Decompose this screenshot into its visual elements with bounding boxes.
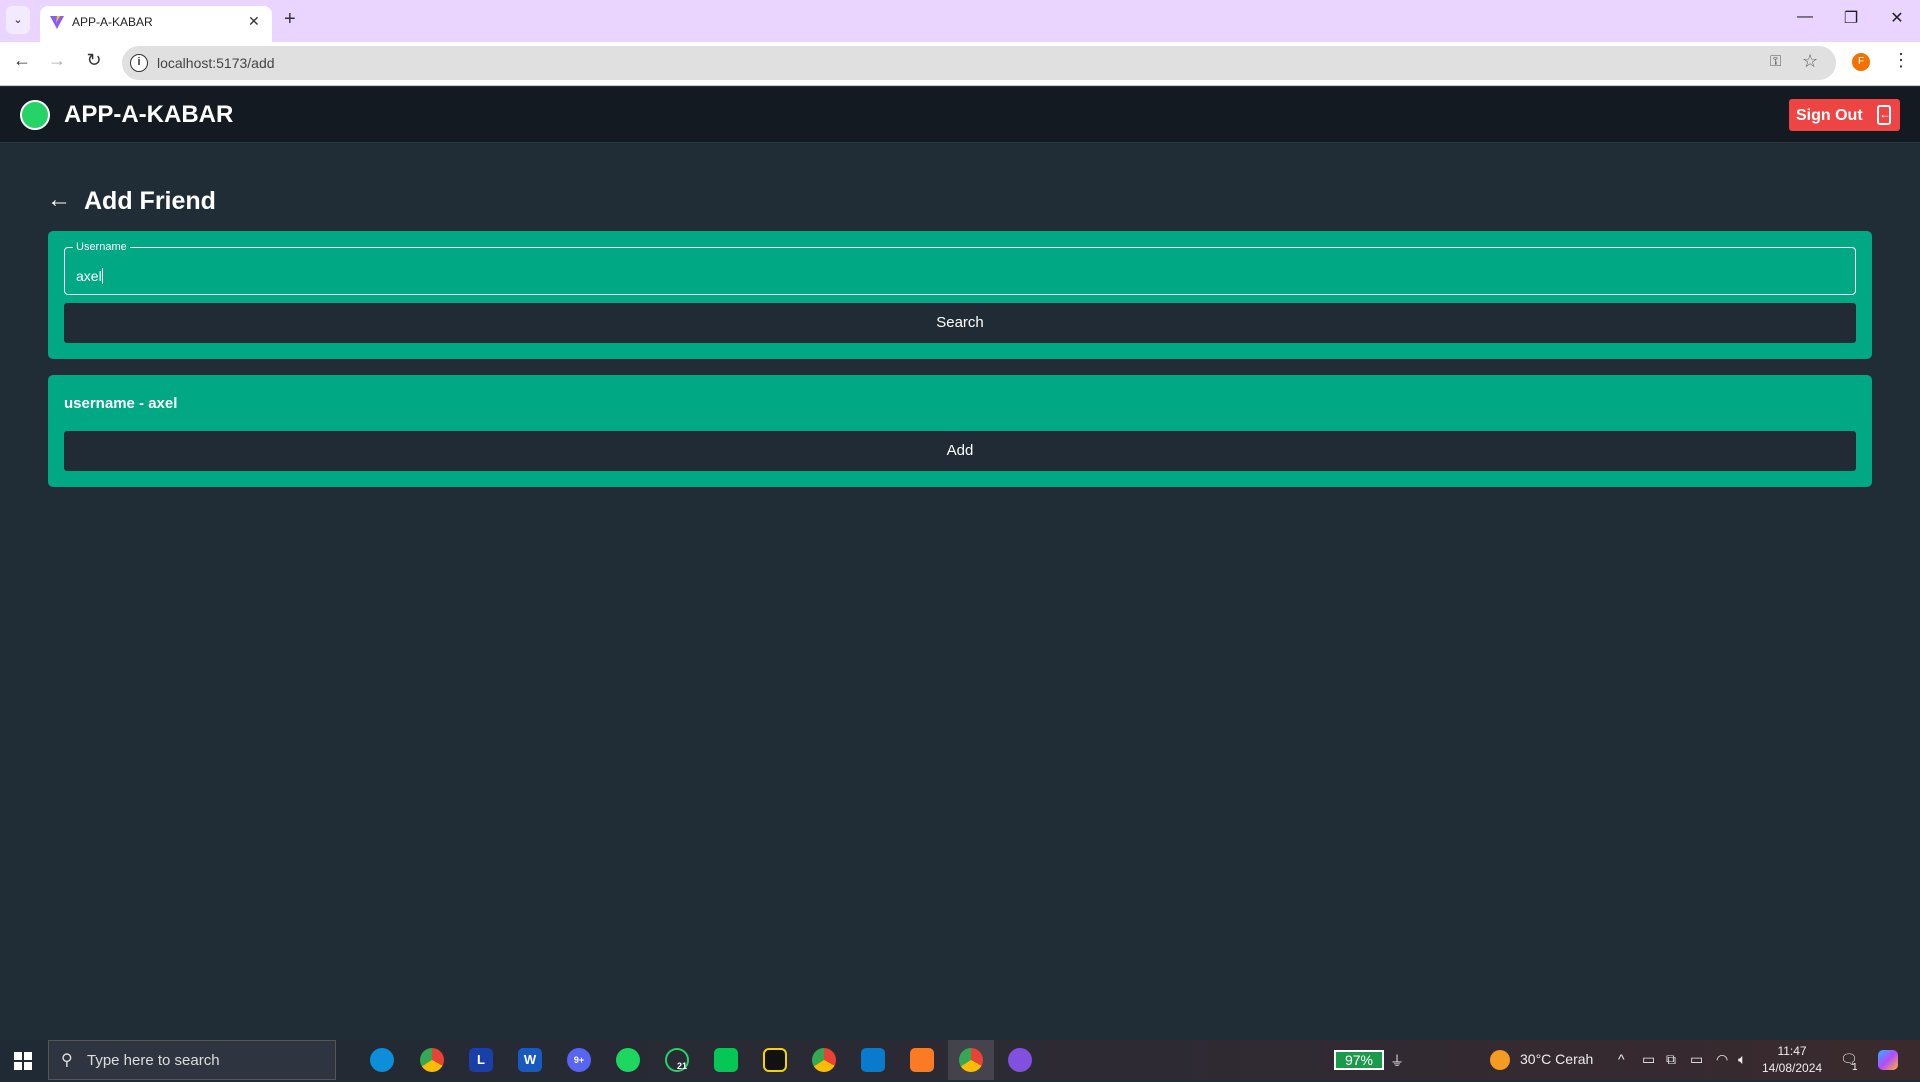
windows-taskbar: ⚲ Type here to search L W 9+ 21 97% ⏚ 30… [0,1040,1920,1080]
tab-title: APP-A-KABAR [72,15,153,29]
taskbar-clock[interactable]: 11:47 14/08/2024 [1762,1043,1822,1077]
search-button[interactable]: Search [64,303,1856,343]
browser-menu-icon[interactable]: ⋮ [1892,50,1910,70]
weather-sun-icon[interactable] [1490,1050,1510,1070]
tray-app-icon[interactable]: ⧉ [1666,1051,1676,1068]
l-app-icon[interactable]: L [469,1048,493,1072]
chrome-active-icon[interactable] [959,1048,983,1072]
clock-date: 14/08/2024 [1762,1061,1823,1075]
windows-start-icon[interactable] [14,1052,32,1070]
discord-icon[interactable]: 9+ [567,1048,591,1072]
new-tab-button[interactable]: + [284,8,296,31]
line-icon[interactable] [714,1048,738,1072]
tab-list-button[interactable]: ⌄ [6,6,30,34]
browser-tab[interactable]: APP-A-KABAR ✕ [40,6,272,42]
restore-icon[interactable]: ❐ [1836,8,1866,28]
power-plug-icon: ⏚ [1390,1053,1404,1069]
camera-icon[interactable]: ▭ [1642,1051,1655,1068]
username-field[interactable]: Username axel [64,241,1856,295]
url-text[interactable]: localhost:5173/add [157,55,275,71]
reload-icon[interactable]: ↻ [82,50,106,71]
minimize-icon[interactable]: — [1790,8,1820,26]
spotify-icon[interactable] [616,1048,640,1072]
username-input[interactable]: axel [76,268,103,284]
taskbar-search-placeholder: Type here to search [87,1052,220,1069]
tray-chevron-icon[interactable]: ^ [1618,1051,1625,1067]
weather-text[interactable]: 30°C Cerah [1520,1051,1593,1067]
app-header: APP-A-KABAR Sign Out ← [0,87,1920,143]
back-arrow-icon[interactable]: ← [47,186,71,214]
username-label: Username [73,241,130,253]
battery-indicator[interactable]: 97% [1334,1050,1384,1070]
whatsapp-logo-icon [20,100,50,130]
clock-time: 11:47 [1777,1044,1807,1058]
forward-nav-icon[interactable]: → [45,50,69,71]
page-title: Add Friend [84,187,216,215]
yellow-app-icon[interactable] [763,1048,787,1072]
site-info-icon[interactable]: i [130,54,148,72]
vscode-icon[interactable] [861,1048,885,1072]
bookmark-star-icon[interactable]: ☆ [1802,51,1818,72]
copilot-icon[interactable] [1878,1050,1898,1070]
volume-icon[interactable]: 🔈︎ [1738,1051,1746,1068]
taskbar-search[interactable]: ⚲ Type here to search [48,1040,336,1080]
sign-out-label: Sign Out [1796,107,1863,124]
browser-tab-bar: ⌄ APP-A-KABAR ✕ + — ❐ ✕ [0,0,1920,42]
address-bar[interactable]: i localhost:5173/add ⚿ ☆ [122,46,1836,80]
notification-count: 1 [1852,1062,1858,1073]
sign-out-button[interactable]: Sign Out ← [1789,99,1900,131]
app-title: APP-A-KABAR [64,101,234,128]
search-icon: ⚲ [61,1052,73,1069]
xampp-icon[interactable] [910,1048,934,1072]
close-window-icon[interactable]: ✕ [1882,8,1912,28]
profile-avatar[interactable]: F [1852,53,1870,71]
sign-out-icon: ← [1877,105,1891,125]
edge-icon[interactable] [370,1048,394,1072]
whatsapp-icon[interactable]: 21 [665,1048,689,1072]
password-key-icon[interactable]: ⚿ [1770,53,1781,70]
result-card: username - axel Add [48,375,1872,487]
back-nav-icon[interactable]: ← [10,50,34,71]
result-username: username - axel [64,395,178,412]
github-desktop-icon[interactable] [1008,1048,1032,1072]
chrome-icon[interactable] [420,1048,444,1072]
wifi-icon[interactable]: ◠ [1716,1051,1728,1068]
chrome-profile-icon[interactable] [812,1048,836,1072]
close-tab-icon[interactable]: ✕ [248,13,260,30]
search-card: Username axel Search [48,231,1872,359]
word-icon[interactable]: W [518,1048,542,1072]
vite-favicon-icon [50,16,64,29]
add-friend-button[interactable]: Add [64,431,1856,471]
power-status-icon[interactable]: ▭ [1690,1051,1703,1068]
